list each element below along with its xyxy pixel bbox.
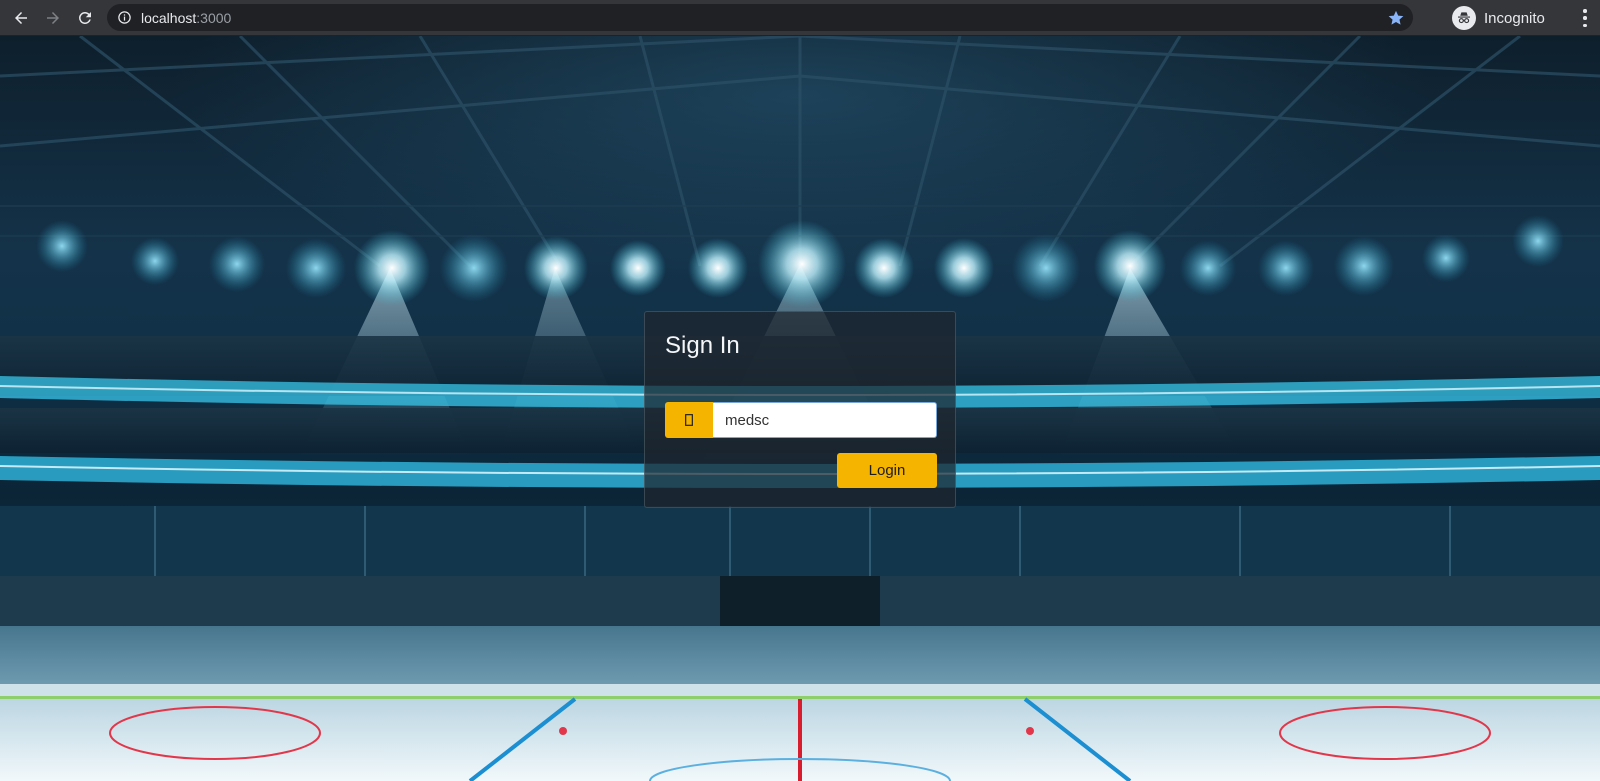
forward-button[interactable] [37, 2, 69, 34]
arrow-left-icon [15, 11, 27, 24]
incognito-indicator[interactable]: Incognito [1452, 5, 1545, 31]
username-input[interactable] [713, 402, 937, 438]
browser-toolbar: localhost:3000 Incognito [0, 0, 1600, 36]
reload-icon [79, 11, 91, 24]
url-host: localhost [141, 9, 197, 26]
user-icon [665, 402, 713, 438]
kebab-menu-icon[interactable] [1582, 9, 1588, 27]
reload-button[interactable] [69, 2, 101, 34]
star-icon[interactable] [1387, 9, 1405, 27]
signin-card: Sign In Login [644, 311, 956, 508]
address-bar[interactable]: localhost:3000 [107, 4, 1413, 31]
menu-dot [1583, 23, 1587, 27]
signin-title: Sign In [665, 332, 740, 359]
login-button[interactable]: Login [837, 453, 937, 488]
arrow-right-icon [47, 11, 59, 24]
url-text: localhost:3000 [141, 10, 231, 26]
back-button[interactable] [5, 2, 37, 34]
url-port: :3000 [196, 9, 232, 26]
info-icon[interactable] [117, 10, 132, 25]
username-input-group [665, 402, 937, 438]
menu-dot [1583, 16, 1587, 20]
incognito-label: Incognito [1484, 9, 1545, 27]
menu-dot [1583, 9, 1587, 13]
incognito-icon [1452, 6, 1476, 30]
